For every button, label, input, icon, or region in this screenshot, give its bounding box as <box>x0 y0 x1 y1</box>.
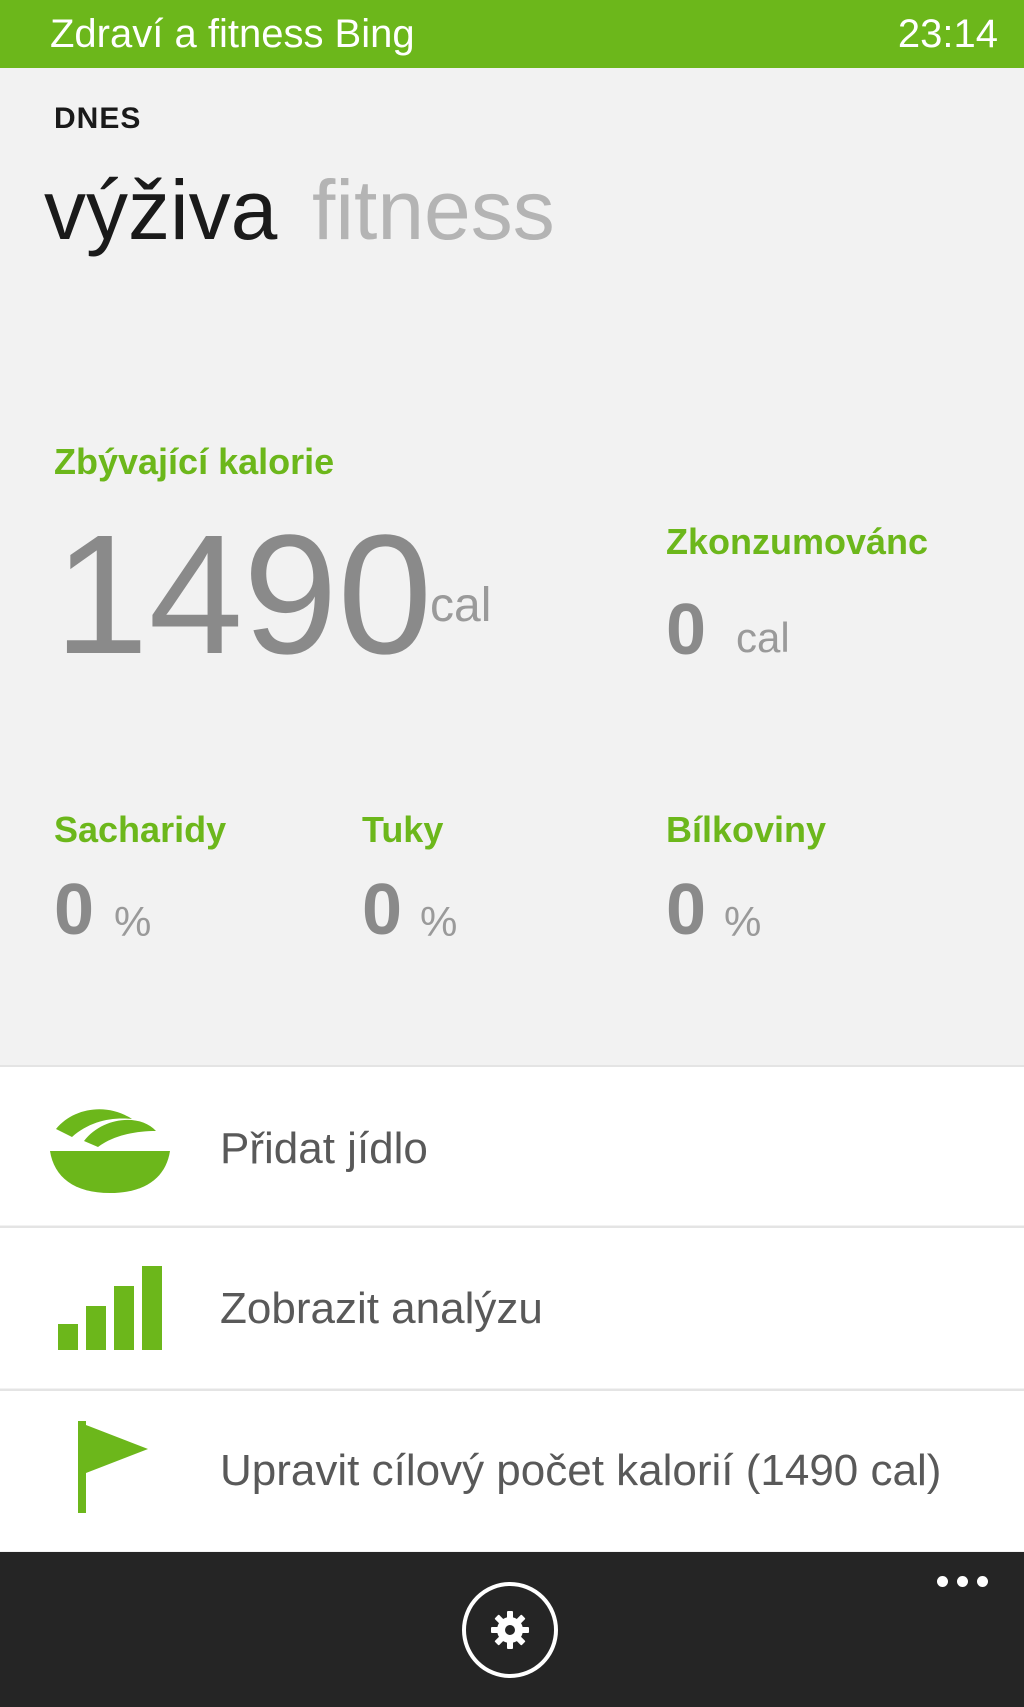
bar-chart-icon <box>50 1258 170 1358</box>
remaining-calories-value: 1490 <box>54 500 433 690</box>
tab-fitness[interactable]: fitness <box>312 160 555 260</box>
add-food-label: Přidat jídlo <box>220 1124 428 1173</box>
add-food-button[interactable]: Přidat jídlo <box>0 1065 1024 1225</box>
macro-carbs-unit: % <box>114 898 152 945</box>
macro-carbs-label: Sacharidy <box>54 809 227 850</box>
view-analysis-label: Zobrazit analýzu <box>220 1284 543 1333</box>
consumed-calories-label: Zkonzumovánc <box>666 521 929 562</box>
macro-fats-label: Tuky <box>362 809 444 850</box>
remaining-calories-label: Zbývající kalorie <box>54 441 335 482</box>
app-title: Zdraví a fitness Bing <box>50 12 415 56</box>
macro-fats-value: 0 <box>362 870 403 950</box>
settings-button[interactable] <box>462 1582 558 1678</box>
macro-carbs-value: 0 <box>54 870 95 950</box>
section-label-today: DNES <box>54 102 142 135</box>
tab-nutrition[interactable]: výživa <box>44 160 277 260</box>
clock: 23:14 <box>897 12 998 56</box>
salad-bowl-icon <box>50 1097 170 1197</box>
view-analysis-button[interactable]: Zobrazit analýzu <box>0 1226 1024 1388</box>
consumed-calories-unit: cal <box>736 614 790 661</box>
flag-icon <box>50 1421 170 1521</box>
app-bar <box>0 1552 1024 1707</box>
edit-calorie-goal-label: Upravit cílový počet kalorií (1490 cal) <box>220 1446 942 1495</box>
edit-calorie-goal-button[interactable]: Upravit cílový počet kalorií (1490 cal) <box>0 1389 1024 1551</box>
macro-fats-unit: % <box>420 898 458 945</box>
gear-icon <box>466 1611 554 1678</box>
status-bar: Zdraví a fitness Bing 23:14 <box>0 0 1024 68</box>
more-dots-icon[interactable] <box>928 1574 988 1592</box>
macro-protein-unit: % <box>724 898 762 945</box>
macro-protein-value: 0 <box>666 870 707 950</box>
consumed-calories-value: 0 <box>666 590 707 670</box>
macro-protein-label: Bílkoviny <box>666 809 827 850</box>
remaining-calories-unit: cal <box>430 579 492 632</box>
